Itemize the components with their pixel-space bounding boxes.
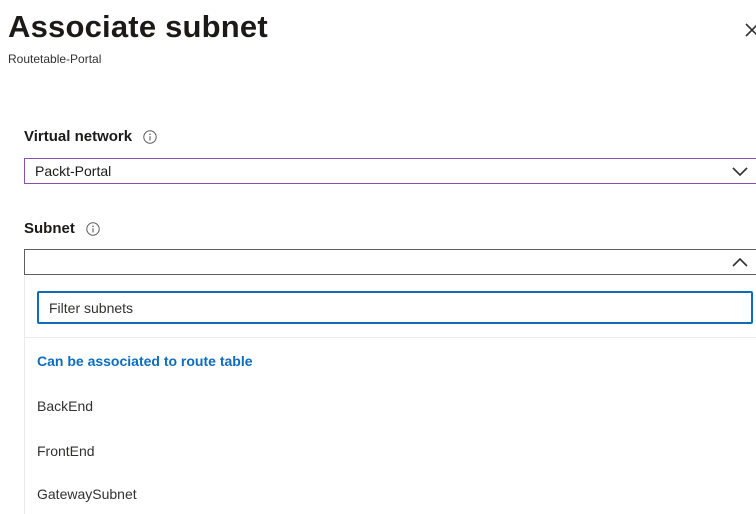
subnet-option-label: FrontEnd xyxy=(37,443,95,459)
subnet-label: Subnet xyxy=(24,220,100,238)
info-icon[interactable] xyxy=(86,222,100,236)
page-title: Associate subnet xyxy=(8,9,268,44)
virtual-network-label-text: Virtual network xyxy=(24,128,133,145)
close-icon[interactable] xyxy=(745,20,756,40)
chevron-down-icon xyxy=(732,167,748,177)
subnet-option-gatewaysubnet[interactable]: GatewaySubnet xyxy=(25,478,756,512)
subnet-label-text: Subnet xyxy=(24,220,75,237)
subnet-dropdown-menu: Can be associated to route table BackEnd… xyxy=(24,276,756,514)
associate-subnet-panel: Associate subnet Routetable-Portal Virtu… xyxy=(0,0,756,514)
subnet-option-label: BackEnd xyxy=(37,398,94,414)
menu-divider xyxy=(25,337,756,338)
info-icon[interactable] xyxy=(143,130,157,144)
subnet-option-frontend[interactable]: FrontEnd xyxy=(25,435,756,469)
page-subtitle: Routetable-Portal xyxy=(8,52,102,66)
virtual-network-dropdown[interactable]: Packt-Portal xyxy=(24,158,756,184)
subnet-option-backend[interactable]: BackEnd xyxy=(25,390,756,424)
virtual-network-value: Packt-Portal xyxy=(35,163,112,179)
virtual-network-label: Virtual network xyxy=(24,128,157,146)
chevron-up-icon xyxy=(732,257,748,267)
subnet-group-header: Can be associated to route table xyxy=(37,353,253,369)
subnet-option-label: GatewaySubnet xyxy=(37,486,137,502)
filter-subnets-input[interactable] xyxy=(37,291,753,324)
subnet-dropdown[interactable] xyxy=(24,249,756,275)
